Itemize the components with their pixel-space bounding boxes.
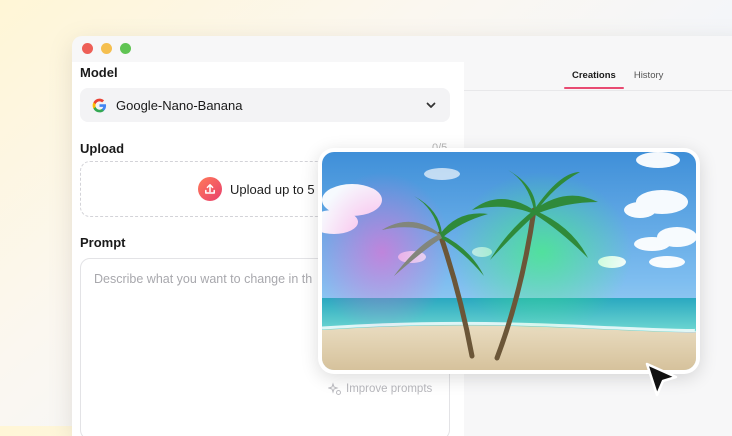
upload-icon [198,177,223,201]
prompt-placeholder: Describe what you want to change in th [94,272,313,286]
maximize-window-button[interactable] [120,43,131,54]
title-bar [72,36,732,62]
tab-creations[interactable]: Creations [564,70,624,89]
model-select[interactable]: Google-Nano-Banana [80,88,450,122]
tab-history[interactable]: History [626,70,672,89]
google-g-icon [91,97,107,113]
improve-prompts-label: Improve prompts [346,383,433,395]
chevron-down-icon [426,102,436,108]
model-label: Model [80,65,118,80]
close-window-button[interactable] [82,43,93,54]
prompt-label: Prompt [80,235,126,250]
mouse-pointer-icon [645,362,678,397]
sparkle-icon [328,382,341,395]
model-name: Google-Nano-Banana [116,97,243,113]
upload-text: Upload up to 5 im [230,181,332,197]
tabs-divider [464,90,732,91]
palm-beach-image [322,152,696,370]
upload-label: Upload [80,141,125,156]
improve-prompts-button[interactable]: Improve prompts [328,382,432,396]
results-tabs: Creations History [564,70,673,89]
preview-image-card[interactable] [318,148,700,374]
minimize-window-button[interactable] [101,43,112,54]
